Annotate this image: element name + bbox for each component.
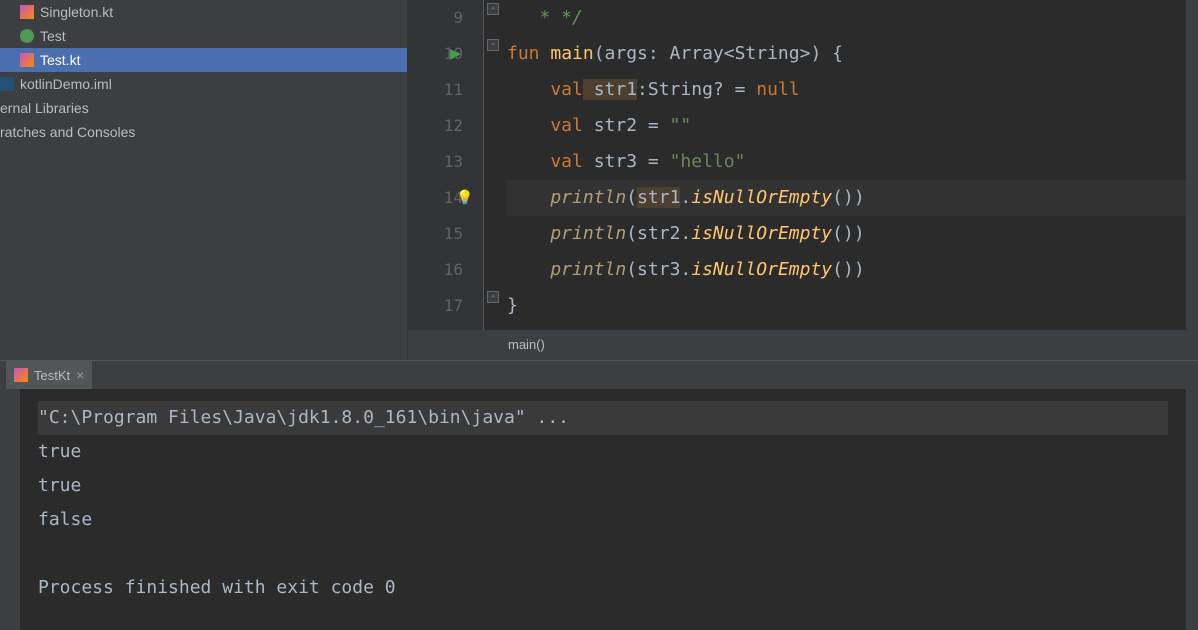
file-item-iml[interactable]: kotlinDemo.iml bbox=[0, 72, 407, 96]
run-tab-testkt[interactable]: TestKt × bbox=[6, 361, 92, 389]
fold-column[interactable]: - - - bbox=[483, 0, 501, 330]
fold-down-icon[interactable]: - bbox=[487, 39, 499, 51]
gutter-line: 11 bbox=[408, 72, 463, 108]
console-line bbox=[38, 537, 1168, 571]
code-line: val str3 = "hello" bbox=[507, 144, 1186, 180]
fold-up-icon[interactable]: - bbox=[487, 3, 499, 15]
breadcrumb-item[interactable]: main() bbox=[508, 337, 545, 352]
gutter-line: 13 bbox=[408, 144, 463, 180]
code-content[interactable]: * */ fun main(args: Array<String>) { val… bbox=[501, 0, 1186, 330]
top-section: Singleton.kt Test Test.kt kotlinDemo.iml… bbox=[0, 0, 1198, 360]
code-section: 9 10▶ 11 12 13 14💡 15 16 17 - - - * */ f… bbox=[408, 0, 1198, 330]
editor-area: 9 10▶ 11 12 13 14💡 15 16 17 - - - * */ f… bbox=[408, 0, 1198, 360]
code-line: val str1:String? = null bbox=[507, 72, 1186, 108]
console-output[interactable]: "C:\Program Files\Java\jdk1.8.0_161\bin\… bbox=[20, 389, 1186, 630]
file-label: Test.kt bbox=[40, 52, 80, 68]
file-label: ratches and Consoles bbox=[0, 124, 135, 140]
file-item-singleton[interactable]: Singleton.kt bbox=[0, 0, 407, 24]
console: "C:\Program Files\Java\jdk1.8.0_161\bin\… bbox=[0, 389, 1198, 630]
line-gutter[interactable]: 9 10▶ 11 12 13 14💡 15 16 17 bbox=[408, 0, 483, 330]
gutter-line: 14💡 bbox=[408, 180, 463, 216]
run-gutter-icon[interactable]: ▶ bbox=[450, 36, 461, 72]
external-libraries[interactable]: ernal Libraries bbox=[0, 96, 407, 120]
console-exit-line: Process finished with exit code 0 bbox=[38, 571, 1168, 605]
gutter-line: 12 bbox=[408, 108, 463, 144]
gutter-line: 10▶ bbox=[408, 36, 463, 72]
iml-file-icon bbox=[0, 77, 14, 91]
code-line-current: println(str1.isNullOrEmpty()) bbox=[507, 180, 1186, 216]
file-item-test[interactable]: Test bbox=[0, 24, 407, 48]
file-label: kotlinDemo.iml bbox=[20, 76, 112, 92]
console-line: true bbox=[38, 435, 1168, 469]
kotlin-class-icon bbox=[20, 29, 34, 43]
console-line: true bbox=[38, 469, 1168, 503]
console-cmd-line: "C:\Program Files\Java\jdk1.8.0_161\bin\… bbox=[38, 401, 1168, 435]
gutter-line: 16 bbox=[408, 252, 463, 288]
code-line: fun main(args: Array<String>) { bbox=[507, 36, 1186, 72]
gutter-line: 15 bbox=[408, 216, 463, 252]
file-label: Test bbox=[40, 28, 66, 44]
kotlin-run-icon bbox=[14, 368, 28, 382]
fold-up-icon[interactable]: - bbox=[487, 291, 499, 303]
intention-bulb-icon[interactable]: 💡 bbox=[456, 180, 473, 216]
run-tabs: TestKt × bbox=[0, 361, 1198, 389]
run-panel: TestKt × "C:\Program Files\Java\jdk1.8.0… bbox=[0, 360, 1198, 630]
editor-scrollbar[interactable] bbox=[1186, 0, 1198, 330]
kotlin-file-icon bbox=[20, 5, 34, 19]
project-sidebar[interactable]: Singleton.kt Test Test.kt kotlinDemo.iml… bbox=[0, 0, 408, 360]
breadcrumb[interactable]: main() bbox=[408, 330, 1198, 360]
file-label: ernal Libraries bbox=[0, 100, 89, 116]
console-scrollbar[interactable] bbox=[1186, 389, 1198, 630]
kotlin-file-icon bbox=[20, 53, 34, 67]
code-line: * */ bbox=[507, 0, 1186, 36]
gutter-line: 17 bbox=[408, 288, 463, 324]
run-tab-label: TestKt bbox=[34, 368, 70, 383]
code-line: println(str2.isNullOrEmpty()) bbox=[507, 216, 1186, 252]
file-label: Singleton.kt bbox=[40, 4, 113, 20]
console-line: false bbox=[38, 503, 1168, 537]
code-line: println(str3.isNullOrEmpty()) bbox=[507, 252, 1186, 288]
close-tab-icon[interactable]: × bbox=[76, 367, 84, 383]
scratches-consoles[interactable]: ratches and Consoles bbox=[0, 120, 407, 144]
code-line: val str2 = "" bbox=[507, 108, 1186, 144]
gutter-line: 9 bbox=[408, 0, 463, 36]
file-item-testkt[interactable]: Test.kt bbox=[0, 48, 407, 72]
code-line: } bbox=[507, 288, 1186, 324]
console-toolbar[interactable] bbox=[0, 389, 20, 630]
